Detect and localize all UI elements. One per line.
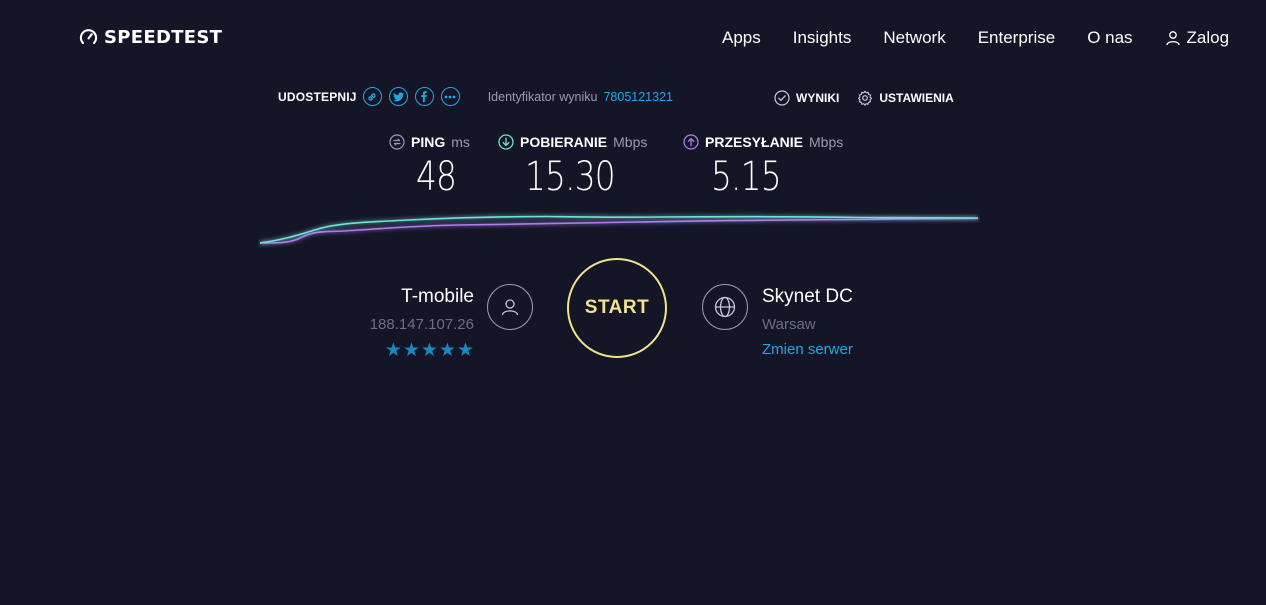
speedometer-icon: [79, 29, 98, 45]
results-button[interactable]: WYNIKI: [774, 90, 839, 106]
change-server-link[interactable]: Zmien serwer: [762, 341, 853, 358]
more-icon[interactable]: [440, 87, 460, 106]
start-button[interactable]: START: [567, 258, 667, 358]
start-label: START: [584, 297, 650, 318]
nav-network[interactable]: Network: [883, 28, 945, 48]
share-label: UDOSTEPNIJ: [278, 89, 357, 104]
isp-ip: 188.147.107.26: [369, 316, 474, 333]
upload-metric: PRZESYŁANIE Mbps 5.15: [683, 134, 844, 200]
nav-login[interactable]: Zalog: [1165, 28, 1230, 48]
link-icon[interactable]: [362, 87, 382, 106]
twitter-icon[interactable]: [388, 87, 408, 106]
ping-icon: [389, 134, 405, 150]
settings-label: USTAWIENIA: [879, 91, 954, 105]
upload-icon: [683, 134, 699, 150]
upload-label: PRZESYŁANIE: [705, 134, 804, 150]
top-actions: WYNIKI USTAWIENIA: [774, 90, 954, 106]
result-id-link[interactable]: 7805121321: [603, 90, 673, 104]
globe-icon: [702, 284, 748, 330]
user-icon: [1165, 31, 1180, 46]
ping-unit: ms: [451, 134, 470, 150]
isp-rating-stars[interactable]: ★★★★★: [385, 339, 475, 362]
isp-name: T-mobile: [401, 286, 474, 307]
gear-icon: [858, 90, 873, 106]
settings-button[interactable]: USTAWIENIA: [857, 90, 954, 106]
download-unit: Mbps: [613, 134, 648, 150]
speedtest-page: SPEEDTEST Apps Insights Network Enterpri…: [0, 0, 1266, 605]
nav-apps[interactable]: Apps: [722, 28, 761, 48]
ping-metric: PING ms 48: [389, 134, 470, 200]
download-icon: [498, 134, 514, 150]
facebook-icon[interactable]: [414, 87, 434, 106]
download-label: POBIERANIE: [520, 134, 608, 150]
login-label: Zalog: [1186, 28, 1230, 47]
download-value: 15.30: [525, 154, 616, 200]
main-nav: Apps Insights Network Enterprise O nas Z…: [722, 28, 1229, 48]
result-id-label: Identyfikator wyniku: [487, 89, 598, 104]
ping-value: 48: [416, 154, 457, 200]
server-name: Skynet DC: [762, 286, 853, 307]
share-row: UDOSTEPNIJ Identyfikator wyniku 78051213…: [278, 87, 673, 106]
speed-graph: [259, 215, 979, 244]
upload-value: 5.15: [711, 154, 782, 200]
ping-label: PING: [411, 134, 446, 150]
nav-enterprise[interactable]: Enterprise: [978, 28, 1055, 48]
nav-about[interactable]: O nas: [1087, 28, 1132, 48]
nav-insights[interactable]: Insights: [793, 28, 852, 48]
speedtest-logo[interactable]: SPEEDTEST: [79, 27, 222, 48]
check-circle-icon: [774, 90, 790, 106]
logo-text: SPEEDTEST: [104, 27, 223, 48]
results-label: WYNIKI: [796, 91, 840, 105]
upload-unit: Mbps: [809, 134, 844, 150]
server-city: Warsaw: [762, 316, 816, 333]
download-metric: POBIERANIE Mbps 15.30: [498, 134, 648, 200]
isp-user-icon: [487, 284, 533, 330]
